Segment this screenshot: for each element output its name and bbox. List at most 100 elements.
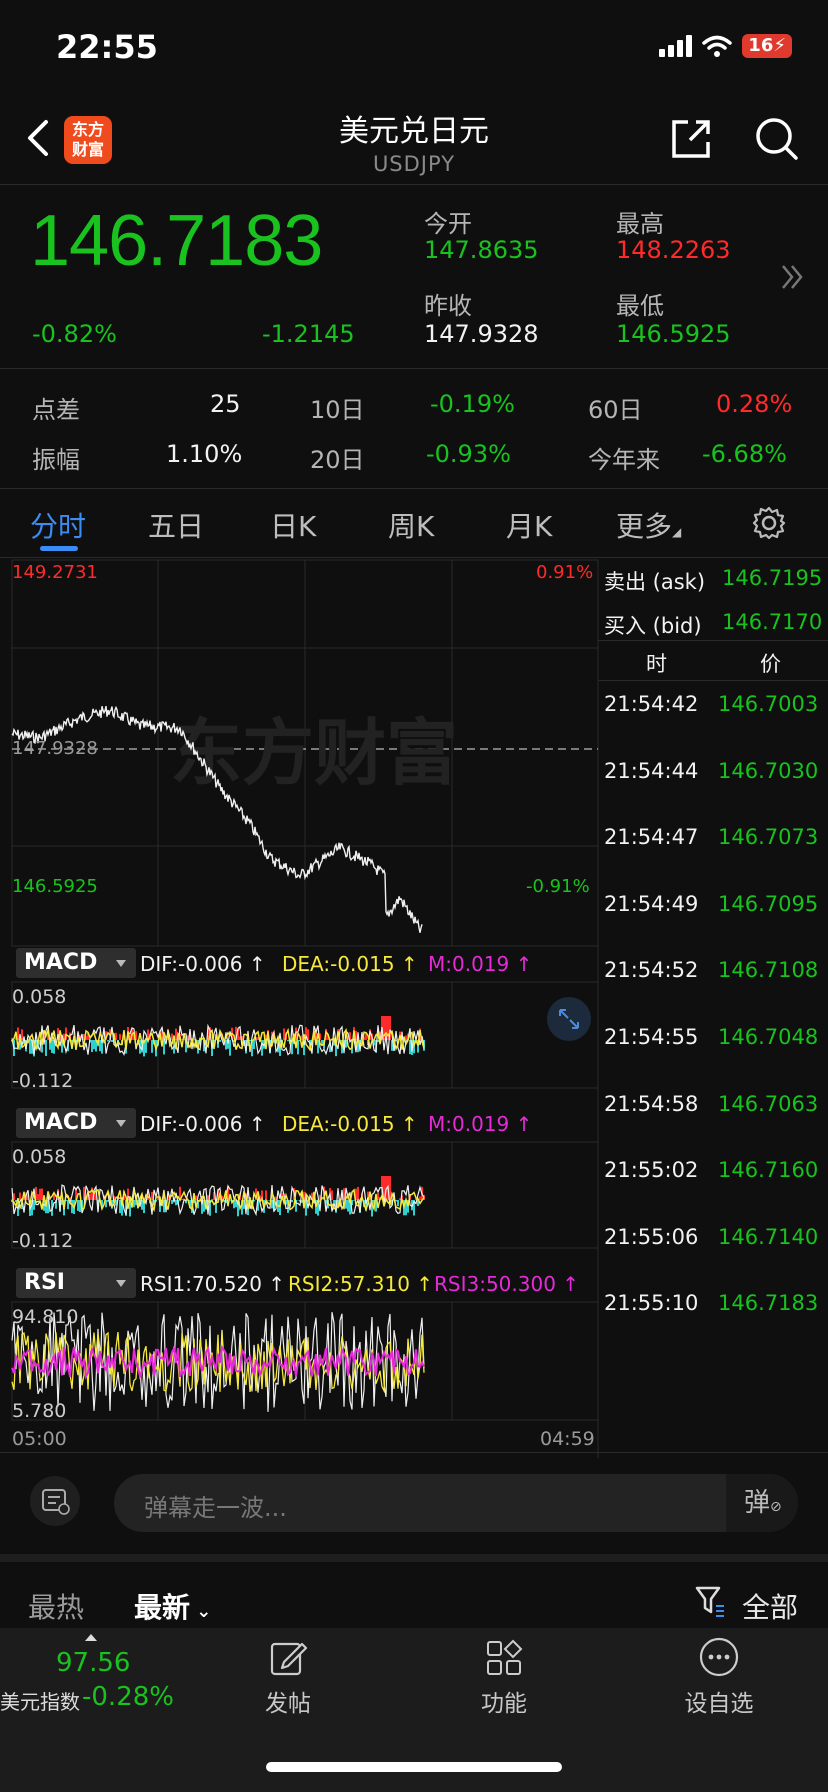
post-label[interactable]: 发帖	[250, 1684, 326, 1718]
macd-selector-1[interactable]: MACD	[16, 948, 136, 978]
ytd-value: -6.68%	[702, 440, 787, 468]
macd2-max: 0.058	[12, 1146, 67, 1168]
divider	[598, 640, 828, 641]
tab-intraday[interactable]: 分时	[30, 505, 86, 545]
comment-settings-icon	[42, 1489, 70, 1515]
tab-more-label: 更多	[616, 510, 673, 543]
d60-value: 0.28%	[716, 390, 793, 418]
tab-more[interactable]: 更多◢	[616, 505, 681, 545]
macd1-max: 0.058	[12, 986, 67, 1008]
chevron-down-icon	[116, 960, 126, 967]
rsi-min: 5.780	[12, 1400, 67, 1422]
chevron-down-icon	[116, 1280, 126, 1287]
expand-chart-icon[interactable]	[546, 996, 592, 1042]
comment-list-button[interactable]	[30, 1476, 80, 1526]
home-indicator	[266, 1762, 562, 1772]
signal-icon	[659, 35, 693, 57]
dollar-index-name[interactable]: 美元指数	[0, 1686, 80, 1715]
tick-time: 21:55:06	[604, 1224, 699, 1249]
tick-time: 21:54:44	[604, 758, 699, 783]
chevron-down-icon	[116, 1120, 126, 1127]
d10-label: 10日	[310, 396, 365, 424]
d10-value: -0.19%	[430, 390, 515, 418]
dollar-index-pct[interactable]: -0.28%	[82, 1682, 174, 1712]
tick-price: 146.7095	[718, 891, 819, 916]
wifi-icon	[702, 35, 733, 57]
ask-value: 146.7195	[722, 566, 823, 590]
tick-price: 146.7003	[718, 692, 819, 716]
open-value: 147.8635	[424, 236, 539, 264]
tick-price: 146.7108	[718, 958, 819, 983]
ask-label: 卖出 (ask)	[604, 570, 706, 594]
tick-price: 146.7030	[718, 758, 819, 783]
tick-time: 21:55:02	[604, 1158, 699, 1183]
filter-icon[interactable]	[694, 1584, 726, 1618]
filter-all-label[interactable]: 全部	[742, 1586, 798, 1626]
chart-bottom-pct: -0.91%	[526, 876, 590, 897]
tick-time: 21:54:55	[604, 1025, 699, 1049]
macd-chart-2	[11, 1176, 425, 1217]
post-edit-icon[interactable]	[268, 1638, 308, 1678]
tick-price: 146.7140	[718, 1224, 819, 1249]
divider	[0, 184, 828, 185]
macd-selector-1-label: MACD	[24, 950, 98, 975]
apps-grid-icon[interactable]	[484, 1638, 524, 1678]
danmaku-toggle-label: 弹	[744, 1488, 771, 1518]
chart-top-price: 149.2731	[12, 562, 98, 583]
rsi-selector[interactable]: RSI	[16, 1268, 136, 1298]
danmaku-toggle-button[interactable]: 弹⊘	[726, 1474, 798, 1532]
macd1-min: -0.112	[12, 1070, 74, 1092]
high-value: 148.2263	[616, 236, 731, 264]
tab-five-day[interactable]: 五日	[148, 505, 204, 545]
chart-top-pct: 0.91%	[536, 562, 594, 583]
functions-label[interactable]: 功能	[466, 1684, 542, 1718]
divider	[0, 368, 828, 369]
macd2-m: M:0.019 ↑	[428, 1112, 533, 1136]
tick-price: 146.7183	[718, 1291, 819, 1316]
divider	[0, 1452, 828, 1453]
chart-area: 东方财富 149.2731 0.91% 147.9328 146.5925 -0…	[0, 558, 828, 1458]
search-icon[interactable]	[754, 116, 800, 162]
rsi3-value: RSI3:50.300 ↑	[434, 1272, 580, 1296]
tick-price: 146.7063	[718, 1091, 819, 1116]
macd1-dif: DIF:-0.006 ↑	[140, 952, 266, 976]
add-watchlist-label[interactable]: 设自选	[676, 1684, 762, 1718]
macd2-dif: DIF:-0.006 ↑	[140, 1112, 266, 1136]
more-dots-icon[interactable]	[698, 1636, 740, 1678]
tab-monthly-k[interactable]: 月K	[506, 505, 552, 545]
macd1-m: M:0.019 ↑	[428, 952, 533, 976]
tick-price: 146.7073	[718, 825, 819, 850]
ytd-label: 今年来	[588, 446, 660, 474]
share-icon[interactable]	[668, 116, 714, 162]
ticks-time-header: 时	[646, 652, 667, 676]
prev-close-label: 昨收	[424, 292, 472, 320]
macd2-dea: DEA:-0.015 ↑	[282, 1112, 418, 1136]
rsi-max: 94.810	[12, 1306, 79, 1328]
current-price: 146.7183	[30, 201, 323, 281]
chart-watermark: 东方财富	[170, 711, 458, 795]
settings-gear-icon[interactable]	[752, 506, 786, 540]
danmaku-placeholder: 弹幕走一波...	[144, 1494, 287, 1522]
chart-bottom-price: 146.5925	[12, 876, 98, 897]
feed-tab-new-label: 最新	[134, 1591, 191, 1624]
bid-value: 146.7170	[722, 610, 823, 634]
spread-value: 25	[210, 390, 241, 418]
tab-weekly-k[interactable]: 周K	[388, 505, 434, 545]
feed-tab-new[interactable]: 最新 ⌄	[134, 1586, 211, 1626]
rsi2-value: RSI2:57.310 ↑	[288, 1272, 434, 1296]
rsi-selector-label: RSI	[24, 1270, 65, 1295]
feed-tab-hot[interactable]: 最热	[28, 1586, 84, 1626]
expand-chevron-icon[interactable]	[780, 262, 804, 292]
dollar-index-value[interactable]: 97.56	[56, 1648, 130, 1678]
tab-daily-k[interactable]: 日K	[270, 505, 316, 545]
status-time: 22:55	[56, 28, 158, 66]
macd-selector-2[interactable]: MACD	[16, 1108, 136, 1138]
d60-label: 60日	[588, 396, 643, 424]
low-label: 最低	[616, 292, 664, 320]
change-amount: -1.2145	[262, 320, 355, 348]
chart-canvas[interactable]: 东方财富	[0, 558, 828, 1458]
divider	[0, 488, 828, 489]
rsi1-value: RSI1:70.520 ↑	[140, 1272, 286, 1296]
divider	[0, 1554, 828, 1562]
time-axis-end: 04:59	[540, 1428, 595, 1450]
